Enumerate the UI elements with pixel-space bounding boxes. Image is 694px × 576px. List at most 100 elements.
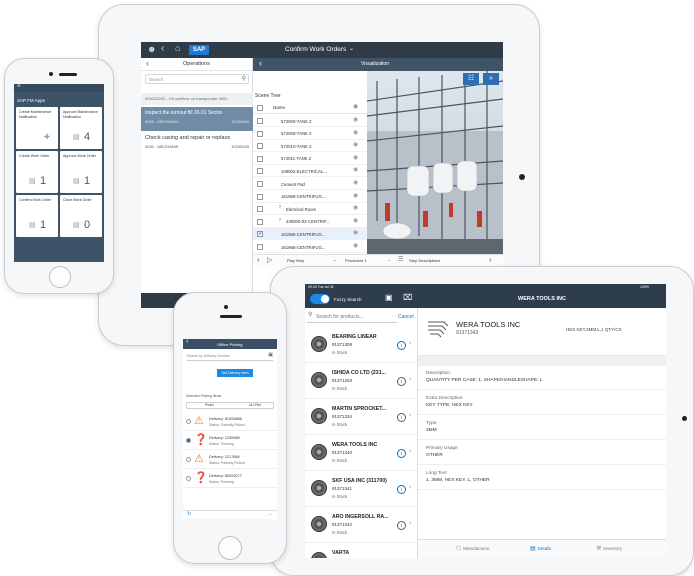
expand-chevron-icon[interactable]: › xyxy=(279,204,281,210)
product-list-item[interactable]: SKF USA INC (311700) 91371341 In Stock i › xyxy=(305,472,418,507)
toggle-picked[interactable]: Pickd xyxy=(205,403,214,407)
tab-manufacturer[interactable]: ⬡ Manufacturer xyxy=(456,545,490,552)
eye-icon[interactable]: ◉ xyxy=(353,129,358,136)
row-checkbox[interactable] xyxy=(257,130,263,137)
info-icon[interactable]: i xyxy=(397,377,406,386)
home-icon[interactable]: ⌂ xyxy=(175,43,180,53)
selection-radio[interactable] xyxy=(186,419,191,424)
play-icon[interactable]: ▷ xyxy=(267,256,272,264)
info-icon[interactable]: i xyxy=(397,485,406,494)
scene-tree-row[interactable]: 161968-CENTRIFUG... ◉ xyxy=(253,191,367,203)
header-item[interactable]: 000022202 - Oil overflow on transponder … xyxy=(141,93,253,105)
fuzzy-search-toggle[interactable] xyxy=(310,294,330,304)
info-icon[interactable]: i xyxy=(397,341,406,350)
previous-step-icon[interactable]: ‹ xyxy=(257,255,260,264)
delivery-list-item[interactable]: ⚠ Delivery: 81009886 Status: Partially Pic… xyxy=(183,413,277,431)
info-icon[interactable]: i xyxy=(397,521,406,530)
eye-icon[interactable]: ◉ xyxy=(353,166,358,173)
row-checkbox[interactable] xyxy=(257,143,263,150)
row-checkbox[interactable] xyxy=(257,244,263,250)
scene-tree-row[interactable]: › Electrical Room ◉ xyxy=(253,203,367,216)
scene-tree-row[interactable]: 572010-TANK 2 ◉ xyxy=(253,140,367,153)
launchpad-tile[interactable]: Approve Work Order ▤ 1 xyxy=(60,151,102,193)
procedure-select[interactable]: Procedure 1 xyxy=(345,258,367,263)
row-checkbox[interactable] xyxy=(257,193,263,200)
row-checkbox[interactable] xyxy=(257,218,263,225)
launchpad-tile[interactable]: Create Maintenance Notification ✚ xyxy=(16,107,58,149)
delivery-list-item[interactable]: ❓ Delivery: 1230988 Status: Pending xyxy=(183,432,277,450)
row-checkbox[interactable] xyxy=(257,168,263,175)
home-button[interactable] xyxy=(49,266,71,288)
selection-radio[interactable] xyxy=(186,438,191,443)
product-search-input[interactable]: ⚲ Search for products... xyxy=(307,312,397,323)
launchpad-tile[interactable]: Create Work Order ▤ 1 xyxy=(16,151,58,193)
product-list-item[interactable]: ISHIDA CO LTD (231... 91371253 In Stock i › xyxy=(305,364,418,399)
expand-button[interactable]: » xyxy=(483,73,499,85)
launchpad-tile[interactable]: Confirm Work Order ▤ 1 xyxy=(16,195,58,237)
user-icon[interactable]: ☻ xyxy=(147,44,156,54)
eye-icon[interactable]: ◉ xyxy=(353,179,358,186)
search-input[interactable]: Search ⚲ xyxy=(145,74,249,84)
info-icon[interactable]: i xyxy=(397,413,406,422)
select-all-checkbox[interactable] xyxy=(257,105,263,111)
list-item[interactable]: Check casing and repair or replace 0020 … xyxy=(141,132,253,154)
delivery-list-item[interactable]: ⚠ Delivery: 1217666 Status: Partially Pick… xyxy=(183,451,277,469)
info-icon[interactable]: i xyxy=(397,449,406,458)
launchpad-tile[interactable]: Approve Maintenance Notification ▤ 4 xyxy=(60,107,102,149)
eye-icon[interactable]: ◉ xyxy=(353,116,358,123)
back-icon[interactable]: ‹ xyxy=(186,339,188,345)
product-list-item[interactable]: WERA TOOLS INC 91371340 In Stock i › xyxy=(305,436,418,471)
row-checkbox[interactable] xyxy=(257,181,263,187)
row-checkbox[interactable] xyxy=(257,118,263,124)
product-list-item[interactable]: MARTIN SPROCKET... 91371334 In Stock i › xyxy=(305,400,418,435)
3d-scene-viewport[interactable]: ☷ » xyxy=(367,71,503,256)
scene-tree-row[interactable]: 161968-CENTRIFUG... ◉ xyxy=(253,241,367,253)
row-checkbox[interactable]: ✓ xyxy=(257,231,263,238)
eye-icon[interactable]: ◉ xyxy=(353,204,358,211)
scene-tree-row[interactable]: 572009-TANK 2 ◉ xyxy=(253,115,367,127)
eye-icon[interactable]: ◉ xyxy=(353,192,358,199)
menu-icon[interactable]: ≡ xyxy=(17,84,21,89)
scene-tree-row[interactable]: ✓ 161968-CENTRIFUG... ◉ xyxy=(253,228,367,241)
eye-icon[interactable]: ◉ xyxy=(353,141,358,148)
barcode-scan-icon[interactable]: ▣ xyxy=(385,293,393,302)
selection-radio[interactable] xyxy=(186,457,191,462)
back-icon[interactable]: ‹ xyxy=(146,58,149,68)
scan-icon[interactable]: ▣ xyxy=(268,352,273,358)
chevron-down-icon[interactable]: ⌄ xyxy=(349,45,354,52)
shell-title[interactable]: Confirm Work Orders xyxy=(285,46,346,53)
close-icon[interactable]: ⌧ xyxy=(403,293,412,302)
tab-details[interactable]: ▤ Details xyxy=(530,545,551,552)
get-delivery-item-button[interactable]: Get Delivery Item xyxy=(217,369,253,377)
back-icon[interactable]: ‹ xyxy=(161,43,164,54)
toggle-unpicked[interactable]: Un-Pkd xyxy=(249,403,261,407)
scene-tree-row[interactable]: Cement Pad ◉ xyxy=(253,178,367,190)
eye-icon[interactable]: ◉ xyxy=(353,217,358,224)
selection-radio[interactable] xyxy=(186,476,191,481)
layers-button[interactable]: ☷ xyxy=(463,73,479,85)
back-icon[interactable]: ‹ xyxy=(259,58,262,68)
row-checkbox[interactable] xyxy=(257,206,263,213)
row-checkbox[interactable] xyxy=(257,155,263,162)
step-descriptions-button[interactable]: Step Descriptions xyxy=(409,258,440,263)
picked-toggle[interactable]: Pickd Un-Pkd xyxy=(186,402,274,409)
next-step-icon[interactable]: › xyxy=(489,255,492,264)
launchpad-tile[interactable]: Close Work Order ▤ 0 xyxy=(60,195,102,237)
tab-inventory[interactable]: ⚒ Inventory xyxy=(596,545,622,552)
cancel-button[interactable]: Cancel xyxy=(398,314,414,320)
scene-tree-row[interactable]: › 430000-03-CENTRIF... ◉ xyxy=(253,216,367,228)
delivery-search-input[interactable]: Search by Delivery Number ▣ xyxy=(187,352,273,361)
eye-icon[interactable]: ◉ xyxy=(353,154,358,161)
forward-icon[interactable]: → xyxy=(267,511,272,517)
scene-tree-row[interactable]: 572009-TANK 2 ◉ xyxy=(253,128,367,140)
product-list-item[interactable]: ARO INGERSOLL RA... 91371342 In Stock i › xyxy=(305,508,418,543)
refresh-icon[interactable]: ↻ xyxy=(187,511,191,517)
scene-tree-row[interactable]: 572011-TANK 2 ◉ xyxy=(253,153,367,165)
expand-chevron-icon[interactable]: › xyxy=(279,217,281,223)
eye-icon[interactable]: ◉ xyxy=(353,242,358,249)
delivery-list-item[interactable]: ❓ Delivery: 80000077 Status: Pending xyxy=(183,470,277,488)
list-item[interactable]: Inspect the turnout fill 36.01 Sector 00… xyxy=(141,107,253,131)
eye-icon[interactable]: ◉ xyxy=(353,229,358,236)
home-button[interactable] xyxy=(218,536,242,560)
play-step-select[interactable]: Play Step xyxy=(287,258,304,263)
